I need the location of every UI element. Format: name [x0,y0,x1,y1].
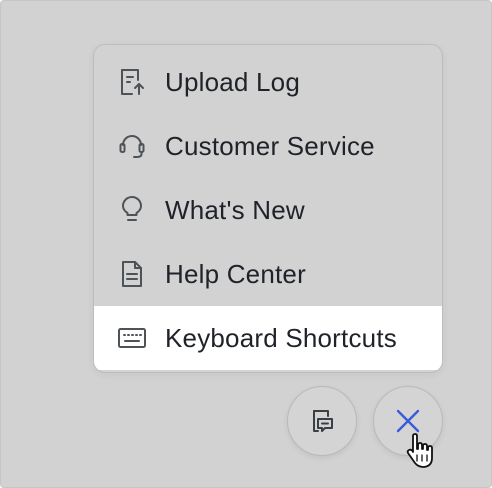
menu-item-help-center[interactable]: Help Center [94,242,442,306]
close-button[interactable] [373,386,443,456]
headset-icon [117,131,147,161]
close-icon [394,407,422,435]
menu-item-label: Upload Log [165,66,300,97]
menu-item-label: What's New [165,194,305,225]
menu-item-upload-log[interactable]: Upload Log [94,50,442,114]
feedback-button[interactable] [287,386,357,456]
menu-item-label: Keyboard Shortcuts [165,322,397,353]
lightbulb-icon [117,195,147,225]
document-icon [117,259,147,289]
upload-log-icon [117,67,147,97]
menu-item-customer-service[interactable]: Customer Service [94,114,442,178]
menu-item-label: Help Center [165,258,306,289]
keyboard-icon [117,323,147,353]
menu-item-whats-new[interactable]: What's New [94,178,442,242]
menu-item-keyboard-shortcuts[interactable]: Keyboard Shortcuts [94,306,442,370]
help-menu: Upload Log Customer Service What's New H… [93,44,443,373]
feedback-icon [307,406,337,436]
menu-item-label: Customer Service [165,130,375,161]
